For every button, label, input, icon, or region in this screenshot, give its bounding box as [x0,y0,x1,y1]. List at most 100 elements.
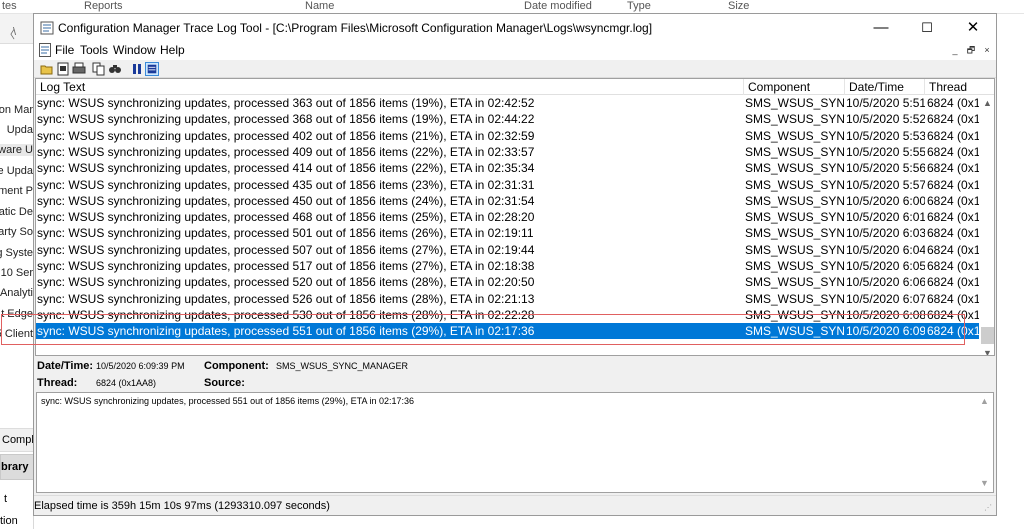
datetime-cell: 10/5/2020 5:55:05 [846,144,925,159]
datetime-cell: 10/5/2020 6:05:06 [846,259,925,273]
open-folder-icon[interactable] [40,62,54,76]
log-row[interactable]: sync: WSUS synchronizing updates, proces… [36,95,979,111]
toolbar [34,60,996,78]
log-text-cell: sync: WSUS synchronizing updates, proces… [37,161,535,176]
menu-bar: File Tools Window Help _ 🗗 × [34,42,996,60]
thread-value: 6824 (0x1AA8) [96,378,157,388]
bg-column-type: Type [627,0,651,12]
log-text-cell: sync: WSUS synchronizing updates, proces… [37,210,535,225]
pause-icon[interactable] [130,62,144,76]
mdi-minimize-button[interactable]: _ [948,44,962,57]
log-row[interactable]: sync: WSUS synchronizing updates, proces… [36,128,979,144]
bg-nav-item: Upda [6,124,33,136]
bg-nav-item: on Mar [0,104,33,116]
bg-nav-item-selected: ware U [0,144,33,156]
maximize-button[interactable]: ☐ [904,14,950,42]
component-cell: SMS_WSUS_SYNC_MA [745,144,844,159]
log-text-cell: sync: WSUS synchronizing updates, proces… [37,242,535,257]
scrollbar-thumb[interactable] [981,327,994,344]
log-row[interactable]: sync: WSUS synchronizing updates, proces… [36,291,979,307]
resize-grip-icon[interactable]: ⋰ [984,503,994,513]
datetime-cell: 10/5/2020 5:53:52 [846,128,925,143]
log-row[interactable]: sync: WSUS synchronizing updates, proces… [36,160,979,176]
bg-nav-item: Analyti [0,287,33,299]
thread-cell: 6824 (0x1A [927,128,979,143]
bg-nav-item: g Syste [0,247,33,259]
bg-library-label: brary [1,461,29,473]
log-row[interactable]: sync: WSUS synchronizing updates, proces… [36,274,979,290]
message-scroll-down-icon[interactable]: ▼ [976,475,993,492]
thread-cell: 6824 (0x1A [927,210,979,225]
component-value: SMS_WSUS_SYNC_MANAGER [276,361,409,371]
bg-label-tes: tes [2,0,17,12]
component-cell: SMS_WSUS_SYNC_MA [745,193,844,208]
menu-help[interactable]: Help [160,43,185,57]
datetime-cell: 10/5/2020 5:52:13 [846,112,925,127]
log-row[interactable]: sync: WSUS synchronizing updates, proces… [36,242,979,258]
datetime-value: 10/5/2020 6:09:39 PM [96,361,185,371]
log-text-cell: sync: WSUS synchronizing updates, proces… [37,226,534,241]
menu-tools[interactable]: Tools [80,43,108,57]
print-preview-icon[interactable] [56,62,70,76]
log-row[interactable]: sync: WSUS synchronizing updates, proces… [36,144,979,160]
message-scroll-up-icon[interactable]: ▲ [976,393,993,410]
scroll-up-icon[interactable]: ▲ [979,95,994,112]
log-text-cell: sync: WSUS synchronizing updates, proces… [37,291,535,306]
column-component[interactable]: Component [744,79,845,95]
status-bar: Elapsed time is 359h 15m 10s 97ms (12933… [34,495,996,515]
bg-library-section: brary [0,454,33,480]
thread-cell: 6824 (0x1A [927,291,979,306]
title-bar[interactable]: Configuration Manager Trace Log Tool - [… [34,14,996,42]
datetime-cell: 10/5/2020 6:07:24 [846,291,925,306]
log-text-cell: sync: WSUS synchronizing updates, proces… [37,96,535,110]
datetime-cell: 10/5/2020 5:56:14 [846,161,925,176]
log-row[interactable]: sync: WSUS synchronizing updates, proces… [36,193,979,209]
log-list-scrollbar[interactable]: ▲ ▼ [979,95,994,355]
component-cell: SMS_WSUS_SYNC_MA [745,275,844,290]
component-cell: SMS_WSUS_SYNC_MA [745,128,844,143]
log-row[interactable]: sync: WSUS synchronizing updates, proces… [36,258,979,274]
app-icon [40,21,54,35]
close-button[interactable]: ✕ [950,14,996,42]
log-row[interactable]: sync: WSUS synchronizing updates, proces… [36,225,979,241]
component-cell: SMS_WSUS_SYNC_MA [745,161,844,176]
source-label: Source: [204,377,245,389]
log-row[interactable]: sync: WSUS synchronizing updates, proces… [36,177,979,193]
datetime-cell: 10/5/2020 6:06:23 [846,275,925,290]
column-thread[interactable]: Thread [925,79,994,95]
document-icon [39,43,51,57]
bg-label-reports: Reports [84,0,123,12]
log-row[interactable]: sync: WSUS synchronizing updates, proces… [36,111,979,127]
thread-cell: 6824 (0x1A [927,259,979,273]
component-cell: SMS_WSUS_SYNC_MA [745,226,844,241]
thread-cell: 6824 (0x1A [927,242,979,257]
log-list-header: Log Text Component Date/Time Thread [36,79,994,95]
column-datetime[interactable]: Date/Time [845,79,925,95]
column-log-text[interactable]: Log Text [36,79,744,95]
thread-cell: 6824 (0x1A [927,112,979,127]
minimize-button[interactable]: — [858,14,904,42]
bg-column-date-modified: Date modified [524,0,592,12]
component-cell: SMS_WSUS_SYNC_MA [745,96,844,110]
copy-icon[interactable] [92,62,106,76]
message-text: sync: WSUS synchronizing updates, proces… [41,396,415,406]
mdi-close-button[interactable]: × [980,44,994,57]
bg-bottom-item: tion [0,515,18,527]
bg-nav-item: atic De [0,206,33,218]
menu-file[interactable]: File [55,43,74,57]
highlight-icon[interactable] [145,62,159,76]
menu-window[interactable]: Window [113,43,156,57]
print-icon[interactable] [72,62,86,76]
bg-nav-item: arty So [0,226,33,238]
component-cell: SMS_WSUS_SYNC_MA [745,112,844,127]
message-textbox[interactable]: sync: WSUS synchronizing updates, proces… [36,392,994,493]
log-text-cell: sync: WSUS synchronizing updates, proces… [37,128,535,143]
thread-cell: 6824 (0x1A [927,226,979,241]
scroll-down-icon[interactable]: ▼ [979,345,994,355]
find-icon[interactable] [108,62,122,76]
background-window-header: tes Reports Name Date modified Type Size [0,0,1024,14]
mdi-restore-button[interactable]: 🗗 [964,44,978,57]
thread-cell: 6824 (0x1A [927,161,979,176]
message-scrollbar[interactable]: ▲ ▼ [976,393,993,492]
log-row[interactable]: sync: WSUS synchronizing updates, proces… [36,209,979,225]
